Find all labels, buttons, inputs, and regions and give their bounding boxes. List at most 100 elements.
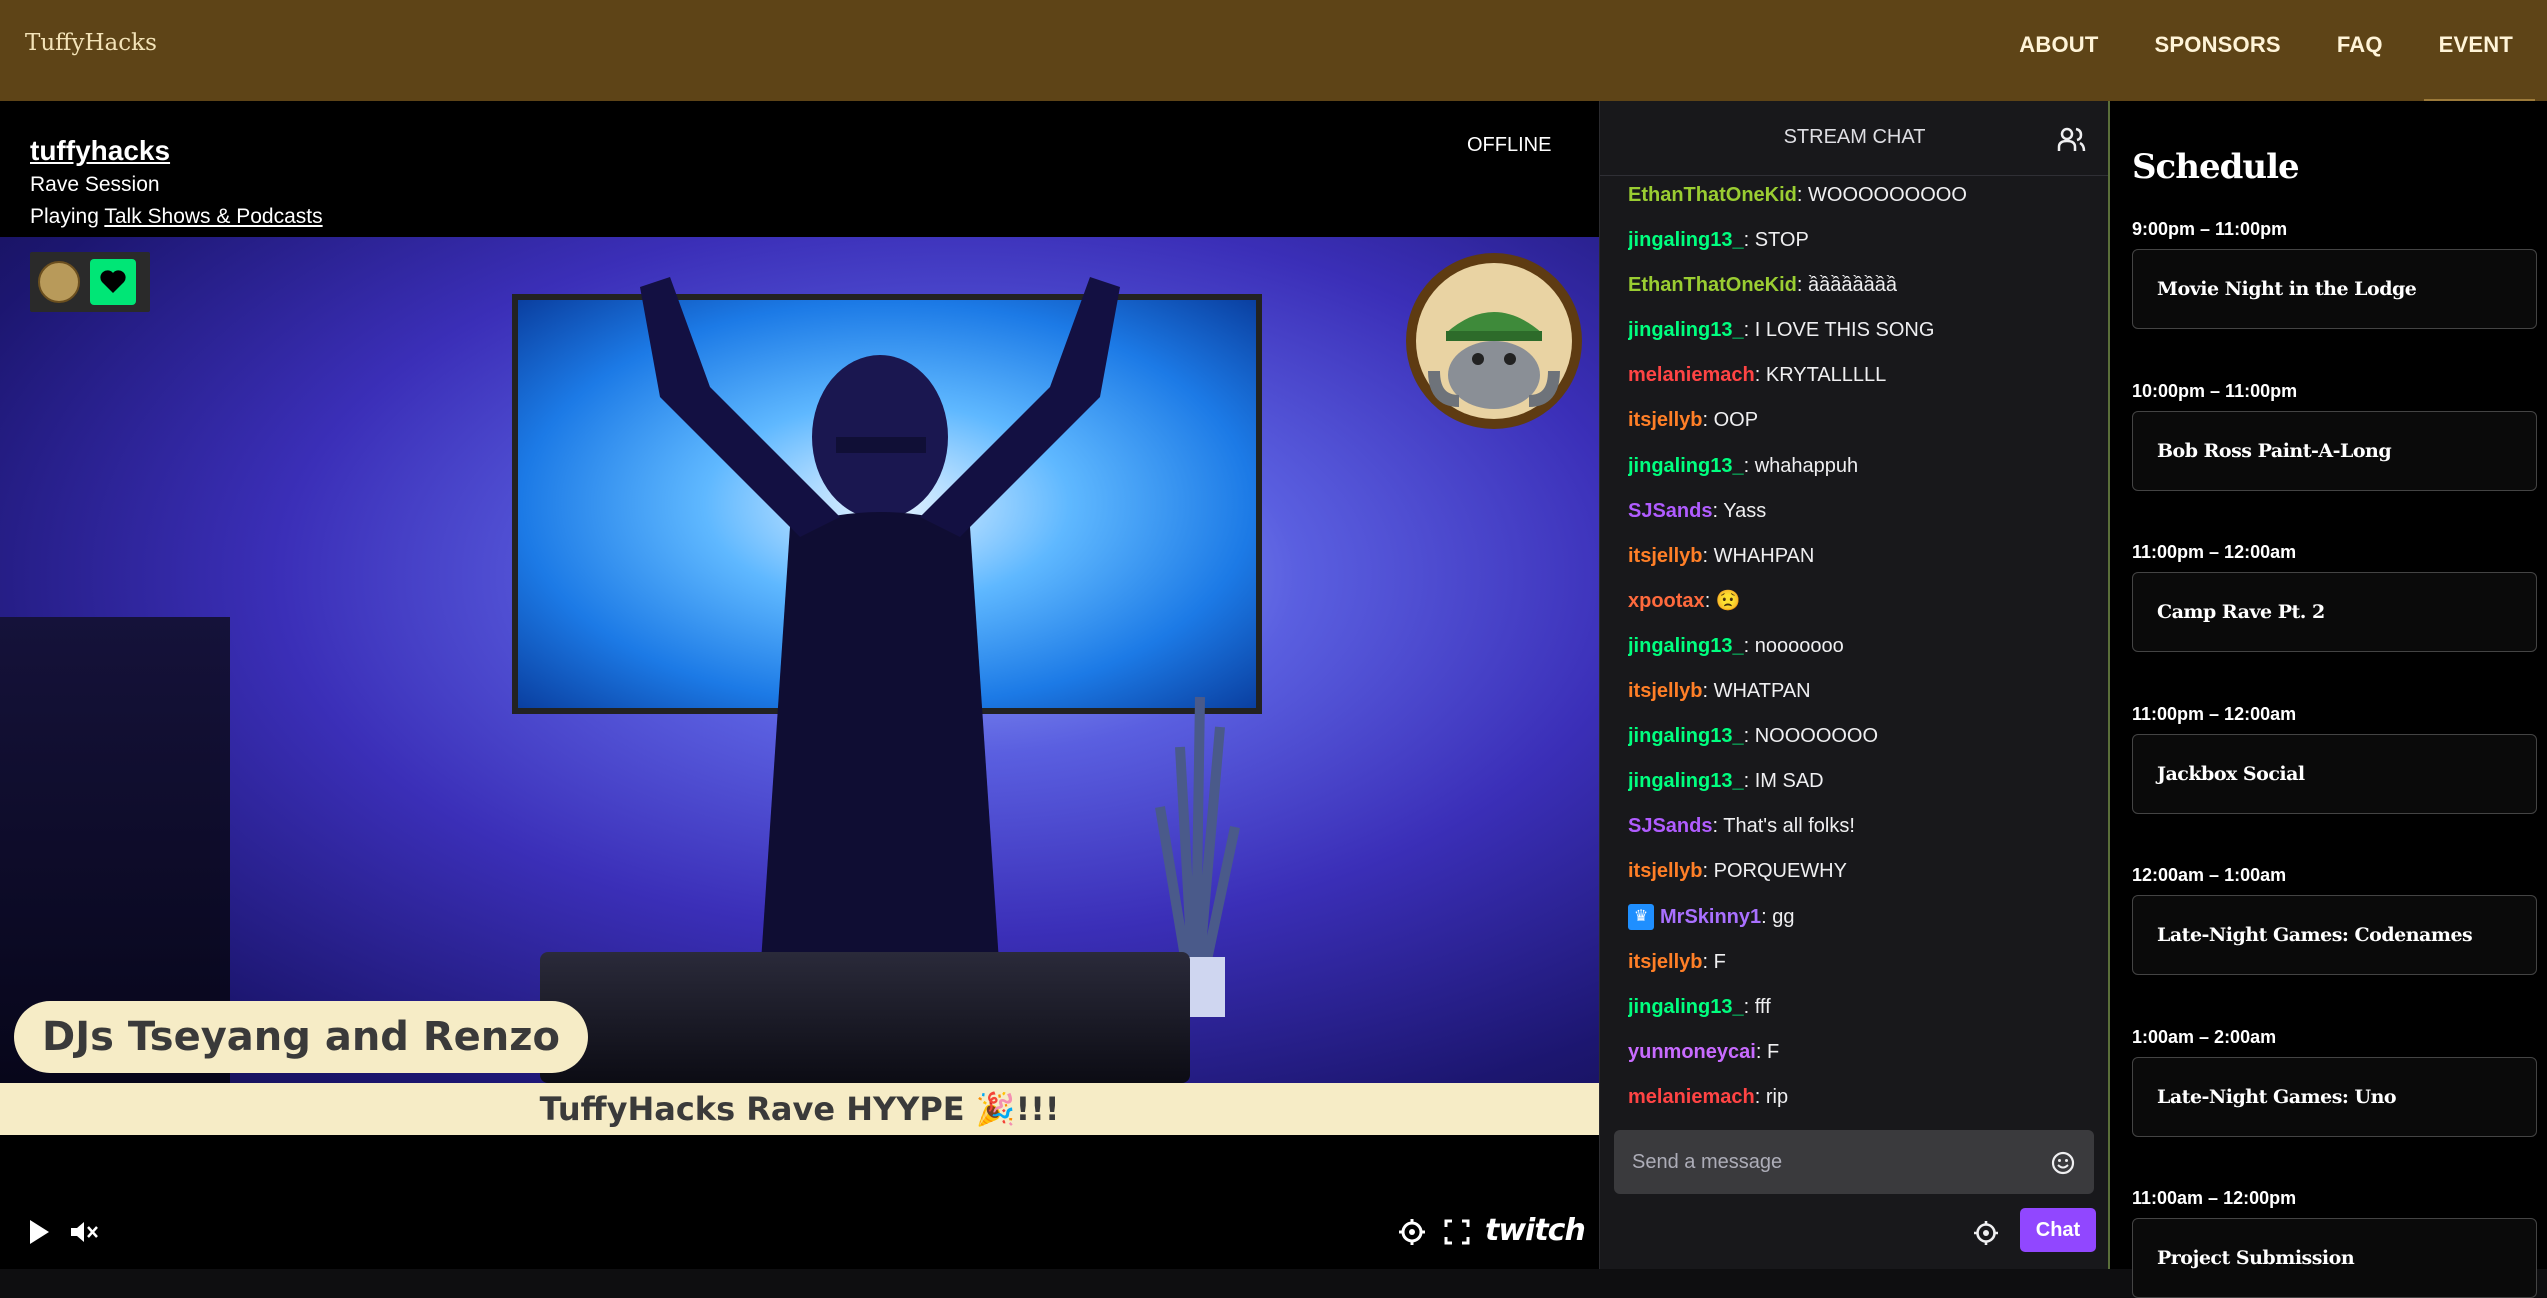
chat-username[interactable]: jingaling13_ [1628, 455, 1744, 477]
schedule-time: 12:00am – 1:00am [2132, 865, 2287, 885]
schedule-time: 10:00pm – 11:00pm [2132, 380, 2298, 401]
playing-line: Playing Talk Shows & Podcasts [30, 205, 323, 229]
chat-username[interactable]: itsjellyb [1628, 680, 1702, 702]
fullscreen-icon[interactable] [1443, 1217, 1471, 1247]
schedule-item: 10:00pm – 11:00pm Bob Ross Paint-A-Long [2132, 381, 2537, 491]
chat-username[interactable]: MrSkinny1 [1660, 906, 1761, 928]
schedule-item: 12:00am – 1:00am Late-Night Games: Codena… [2132, 865, 2537, 975]
chat-message-text: : WOOOOOOOOO [1796, 184, 1967, 206]
chat-username[interactable]: melaniemach [1628, 1086, 1755, 1108]
lower-third-caption: DJs Tseyang and Renzo [14, 1001, 589, 1073]
nav-about[interactable]: ABOUT [2019, 32, 2098, 58]
schedule-event-card[interactable]: Late-Night Games: Codenames [2132, 895, 2537, 975]
chat-message: jingaling13_: nooooooo [1628, 624, 2098, 669]
schedule-item: 11:00pm – 12:00am Jackbox Social [2132, 704, 2537, 814]
chat-message-text: : ầầầầầầầầ [1796, 274, 1897, 297]
chat-message: xpootax: 😟 [1628, 579, 2098, 624]
chat-username[interactable]: SJSands [1628, 500, 1712, 522]
schedule-event-card[interactable]: Bob Ross Paint-A-Long [2132, 410, 2537, 491]
top-nav: TuffyHacks ABOUT SPONSORS FAQ EVENT [0, 0, 2547, 101]
schedule-title: Schedule [2132, 147, 2300, 187]
chat-username[interactable]: jingaling13_ [1628, 319, 1744, 341]
video-frame[interactable]: DJs Tseyang and Renzo [0, 237, 1599, 1083]
schedule-panel: Schedule 9:00pm – 11:00pm Movie Night in … [2108, 101, 2547, 1298]
video-player: tuffyhacks Rave Session Playing Talk Sho… [0, 101, 1599, 1269]
chat-message: jingaling13_: fff [1628, 985, 2098, 1030]
nav-event[interactable]: EVENT [2439, 32, 2513, 58]
nav-links: ABOUT SPONSORS FAQ EVENT [2019, 32, 2513, 58]
stream-chat: STREAM CHAT EthanThatOneKid: WOOOOOOOOO j… [1599, 101, 2109, 1269]
chat-message-text: : fff [1743, 995, 1771, 1018]
chat-message-text: : WHAHPAN [1702, 544, 1815, 567]
player-controls: twitch [0, 1209, 1599, 1259]
twitch-logo[interactable]: twitch [1485, 1213, 1586, 1248]
chat-message: EthanThatOneKid: ầầầầầầầầ [1628, 263, 2098, 308]
chat-username[interactable]: jingaling13_ [1628, 725, 1744, 747]
community-users-icon[interactable] [2056, 125, 2086, 155]
chat-message-text: : I LOVE THIS SONG [1743, 319, 1935, 342]
heart-icon [100, 270, 126, 293]
crown-badge-icon[interactable]: ♛ [1628, 904, 1654, 931]
follow-heart-button[interactable] [90, 259, 136, 305]
category-link[interactable]: Talk Shows & Podcasts [104, 205, 322, 228]
chat-input-box[interactable] [1614, 1130, 2094, 1194]
schedule-time: 9:00pm – 11:00pm [2132, 219, 2288, 239]
chat-message-text: : nooooooo [1743, 634, 1844, 657]
chat-username[interactable]: xpootax [1628, 590, 1705, 612]
chat-title: STREAM CHAT [1783, 126, 1926, 148]
schedule-item: 1:00am – 2:00am Late-Night Games: Uno [2132, 1027, 2537, 1137]
chat-username[interactable]: jingaling13_ [1628, 229, 1744, 251]
chat-message: itsjellyb: WHAHPAN [1628, 534, 2098, 579]
brand-logo[interactable]: TuffyHacks [25, 30, 157, 56]
chat-send-button[interactable]: Chat [2020, 1208, 2096, 1252]
chat-username[interactable]: jingaling13_ [1628, 635, 1744, 657]
chat-message-text: : NOOOOOOO [1743, 725, 1879, 748]
chat-settings-gear-icon[interactable] [1972, 1219, 2000, 1247]
schedule-event-card[interactable]: Movie Night in the Lodge [2132, 249, 2537, 329]
chat-message: jingaling13_: I LOVE THIS SONG [1628, 308, 2098, 353]
schedule-event-card[interactable]: Jackbox Social [2132, 733, 2537, 814]
schedule-event-card[interactable]: Late-Night Games: Uno [2132, 1056, 2537, 1137]
overlay-panel [30, 252, 150, 312]
chat-message-text: : whahappuh [1743, 454, 1859, 477]
chat-username[interactable]: EthanThatOneKid [1628, 184, 1797, 206]
chat-message-text: : KRYTALLLLL [1754, 364, 1887, 387]
chat-message: ♛ MrSkinny1: gg [1628, 895, 2098, 940]
schedule-time: 1:00am – 2:00am [2132, 1026, 2277, 1047]
schedule-event-card[interactable]: Camp Rave Pt. 2 [2132, 572, 2537, 652]
chat-username[interactable]: jingaling13_ [1628, 996, 1744, 1018]
emote-picker-icon[interactable] [2050, 1150, 2076, 1176]
chat-message-input[interactable] [1632, 1130, 2032, 1194]
chat-username[interactable]: yunmoneycai [1628, 1041, 1756, 1063]
chat-username[interactable]: itsjellyb [1628, 951, 1702, 973]
chat-messages[interactable]: EthanThatOneKid: WOOOOOOOOO jingaling13_:… [1628, 173, 2098, 1120]
nav-sponsors[interactable]: SPONSORS [2155, 32, 2281, 58]
chat-username[interactable]: itsjellyb [1628, 860, 1702, 882]
chat-message-text: : rip [1754, 1085, 1789, 1108]
chat-message: itsjellyb: PORQUEWHY [1628, 849, 2098, 894]
chat-message: yunmoneycai: F [1628, 1030, 2098, 1075]
channel-avatar[interactable] [38, 261, 80, 303]
chat-username[interactable]: itsjellyb [1628, 545, 1702, 567]
play-icon[interactable] [26, 1217, 52, 1247]
chat-username[interactable]: itsjellyb [1628, 409, 1702, 431]
stream-title: Rave Session [30, 173, 160, 196]
chat-header: STREAM CHAT [1600, 101, 2109, 176]
offline-status: OFFLINE [1467, 134, 1552, 156]
mute-icon[interactable] [68, 1217, 100, 1247]
chat-message-text: : 😟 [1704, 589, 1741, 612]
chat-message-text: : OOP [1702, 409, 1759, 432]
chat-username[interactable]: EthanThatOneKid [1628, 274, 1797, 296]
stream-banner: TuffyHacks Rave HYYPE 🎉!!! [0, 1083, 1599, 1135]
channel-name[interactable]: tuffyhacks [30, 135, 170, 167]
chat-username[interactable]: jingaling13_ [1628, 770, 1744, 792]
chat-username[interactable]: SJSands [1628, 815, 1712, 837]
nav-faq[interactable]: FAQ [2337, 32, 2383, 58]
schedule-time: 11:00am – 12:00pm [2132, 1188, 2297, 1208]
chat-username[interactable]: melaniemach [1628, 364, 1755, 386]
schedule-event-card[interactable]: Project Submission [2132, 1218, 2537, 1298]
chat-message: SJSands: That's all folks! [1628, 804, 2098, 849]
chat-message: jingaling13_: NOOOOOOO [1628, 714, 2098, 759]
chat-message-text: : WHATPAN [1702, 680, 1811, 703]
settings-gear-icon[interactable] [1398, 1217, 1426, 1247]
